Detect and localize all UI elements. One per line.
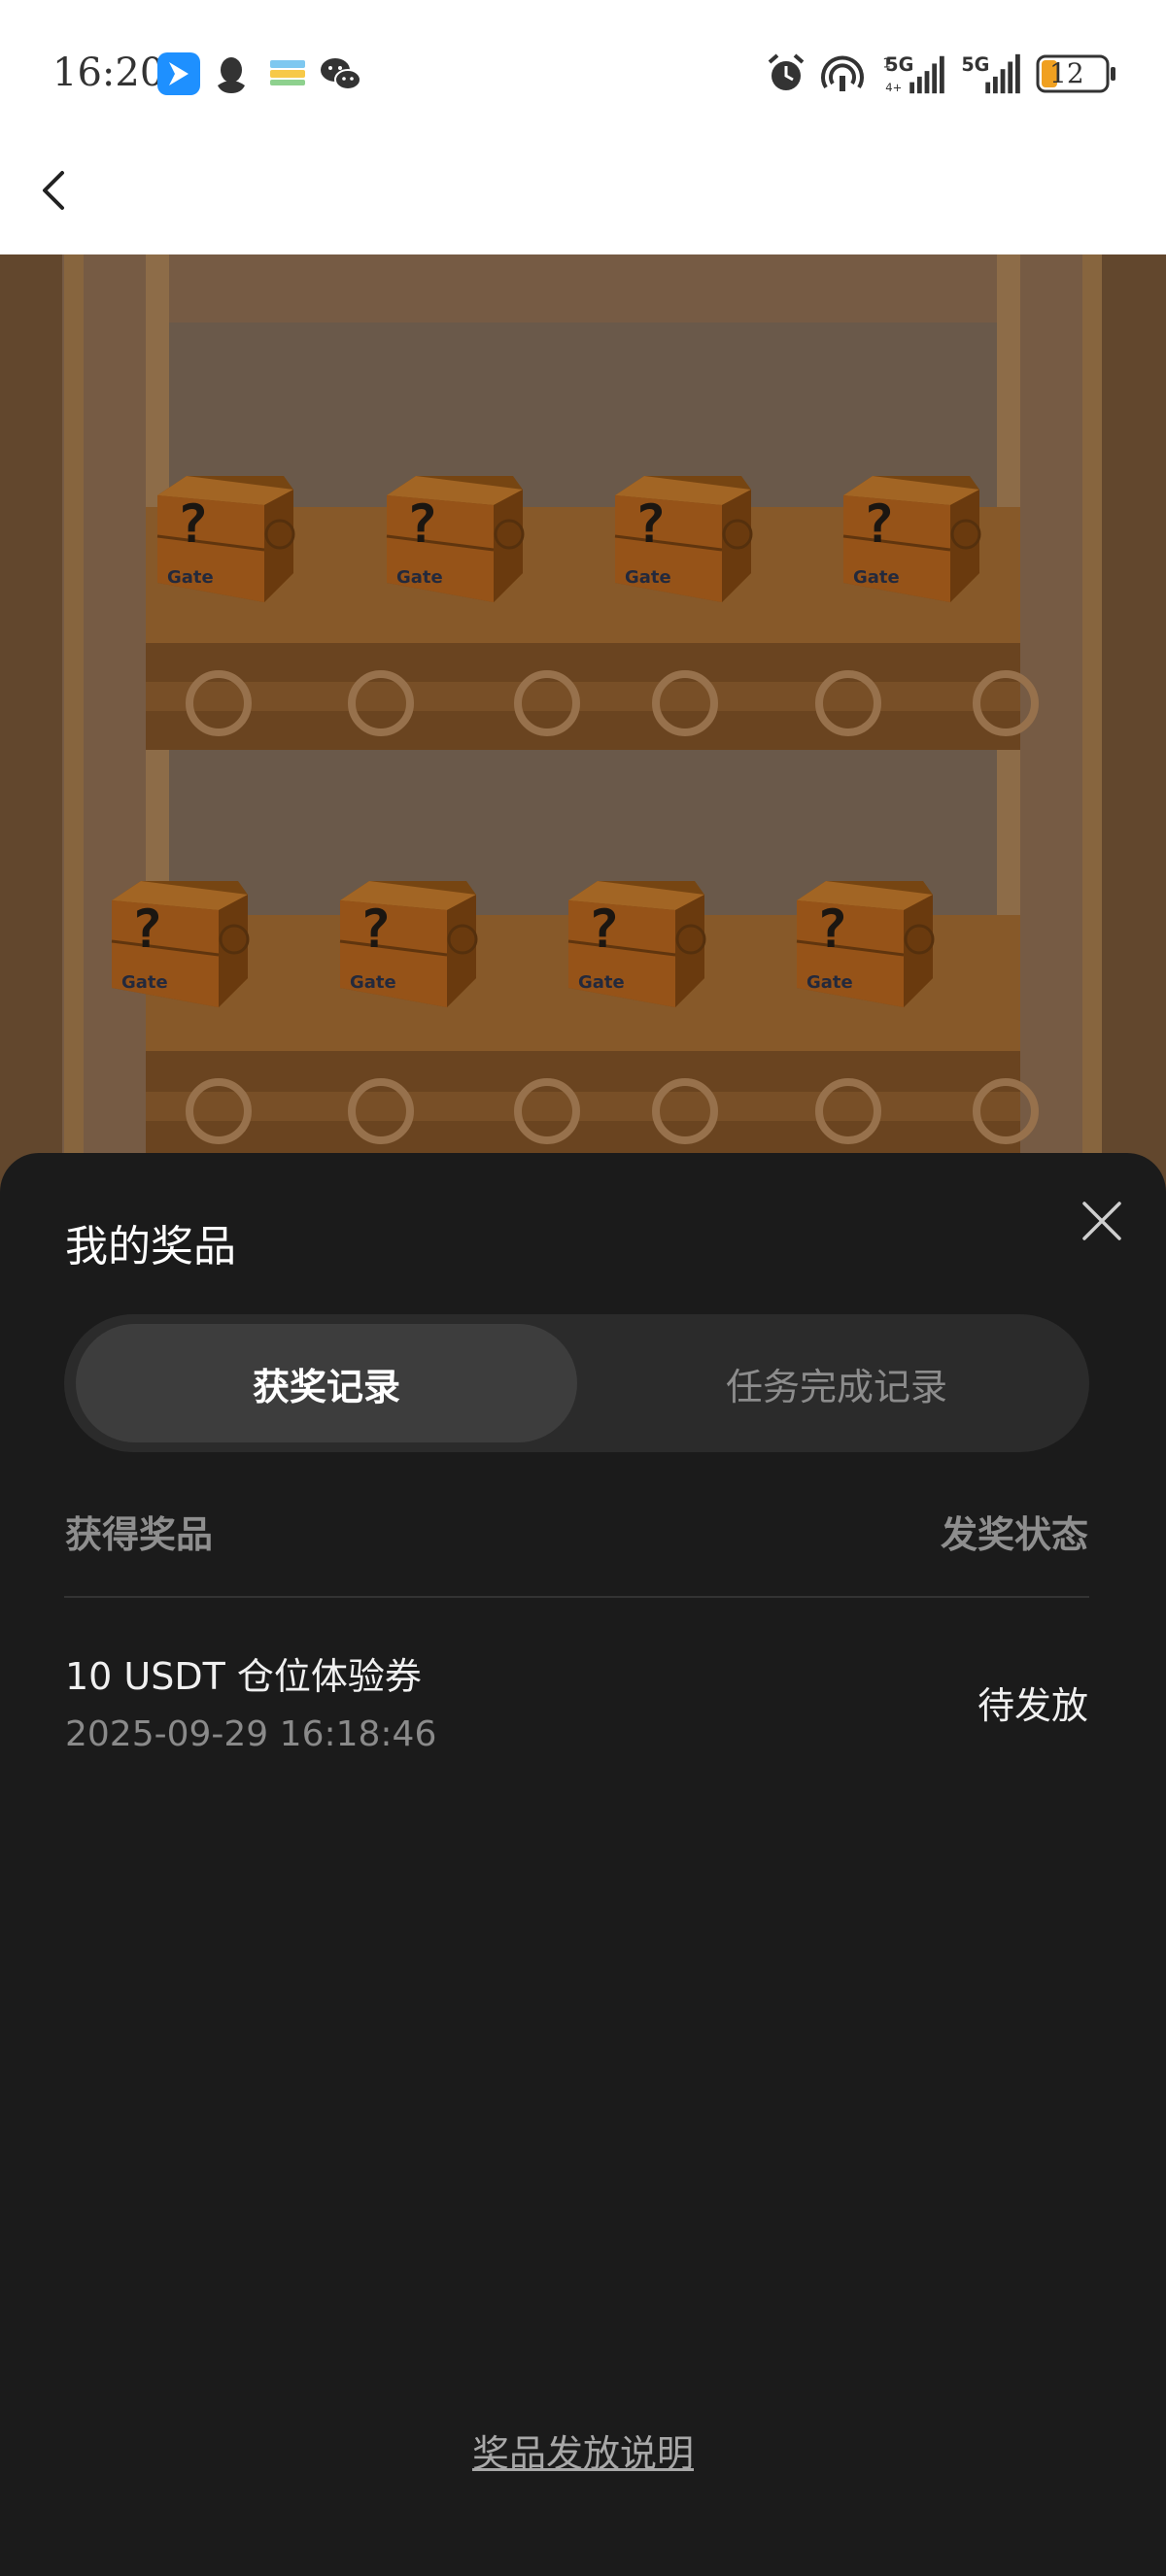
alarm-icon: [768, 53, 805, 90]
wallet-icon: [270, 60, 305, 85]
svg-text:5G: 5G: [885, 53, 913, 76]
battery-level: 12: [1049, 57, 1084, 89]
my-prizes-sheet: 我的奖品 获奖记录 任务完成记录 获得奖品 发奖状态 10 USDT 仓位体验券…: [0, 1153, 1166, 2576]
tab-task-records[interactable]: 任务完成记录: [589, 1324, 1084, 1442]
mystery-box-shelf-scene: ? Gate: [0, 254, 1166, 1226]
feishu-icon: [157, 52, 200, 95]
svg-text:5G: 5G: [961, 53, 989, 76]
qq-icon: [218, 57, 245, 93]
page: 16:20 1 5G 4+ 5G 12 我的奖品 获奖记录 任务完成记录 获得奖…: [0, 0, 1166, 2576]
close-icon: [1082, 1202, 1121, 1240]
sheet-title: 我的奖品: [65, 1222, 236, 1271]
column-header-prize: 获得奖品: [65, 1513, 214, 1556]
hotspot-icon: [821, 55, 864, 91]
back-chevron-icon: [43, 171, 64, 210]
status-bar: 16:20 1 5G 4+ 5G 12: [0, 0, 1166, 151]
prize-status: 待发放: [977, 1684, 1088, 1727]
column-header-status: 发奖状态: [940, 1513, 1088, 1556]
tab-prize-records[interactable]: 获奖记录: [76, 1324, 577, 1442]
battery-icon: 12: [1036, 54, 1117, 93]
wechat-icon: [321, 58, 361, 90]
prize-time: 2025-09-29 16:18:46: [65, 1714, 437, 1754]
prize-distribution-info-link[interactable]: 奖品发放说明: [0, 2423, 1166, 2477]
header-divider: [64, 1596, 1089, 1598]
status-time: 16:20: [52, 51, 165, 95]
close-button[interactable]: [1077, 1196, 1127, 1246]
back-button[interactable]: [29, 155, 80, 223]
record-tabs: 获奖记录 任务完成记录: [64, 1314, 1089, 1452]
signal-icon: 1 5G 4+: [882, 53, 944, 94]
svg-text:4+: 4+: [885, 81, 902, 94]
prize-name: 10 USDT 仓位体验券: [65, 1655, 422, 1698]
signal-icon: 5G: [961, 53, 1020, 94]
